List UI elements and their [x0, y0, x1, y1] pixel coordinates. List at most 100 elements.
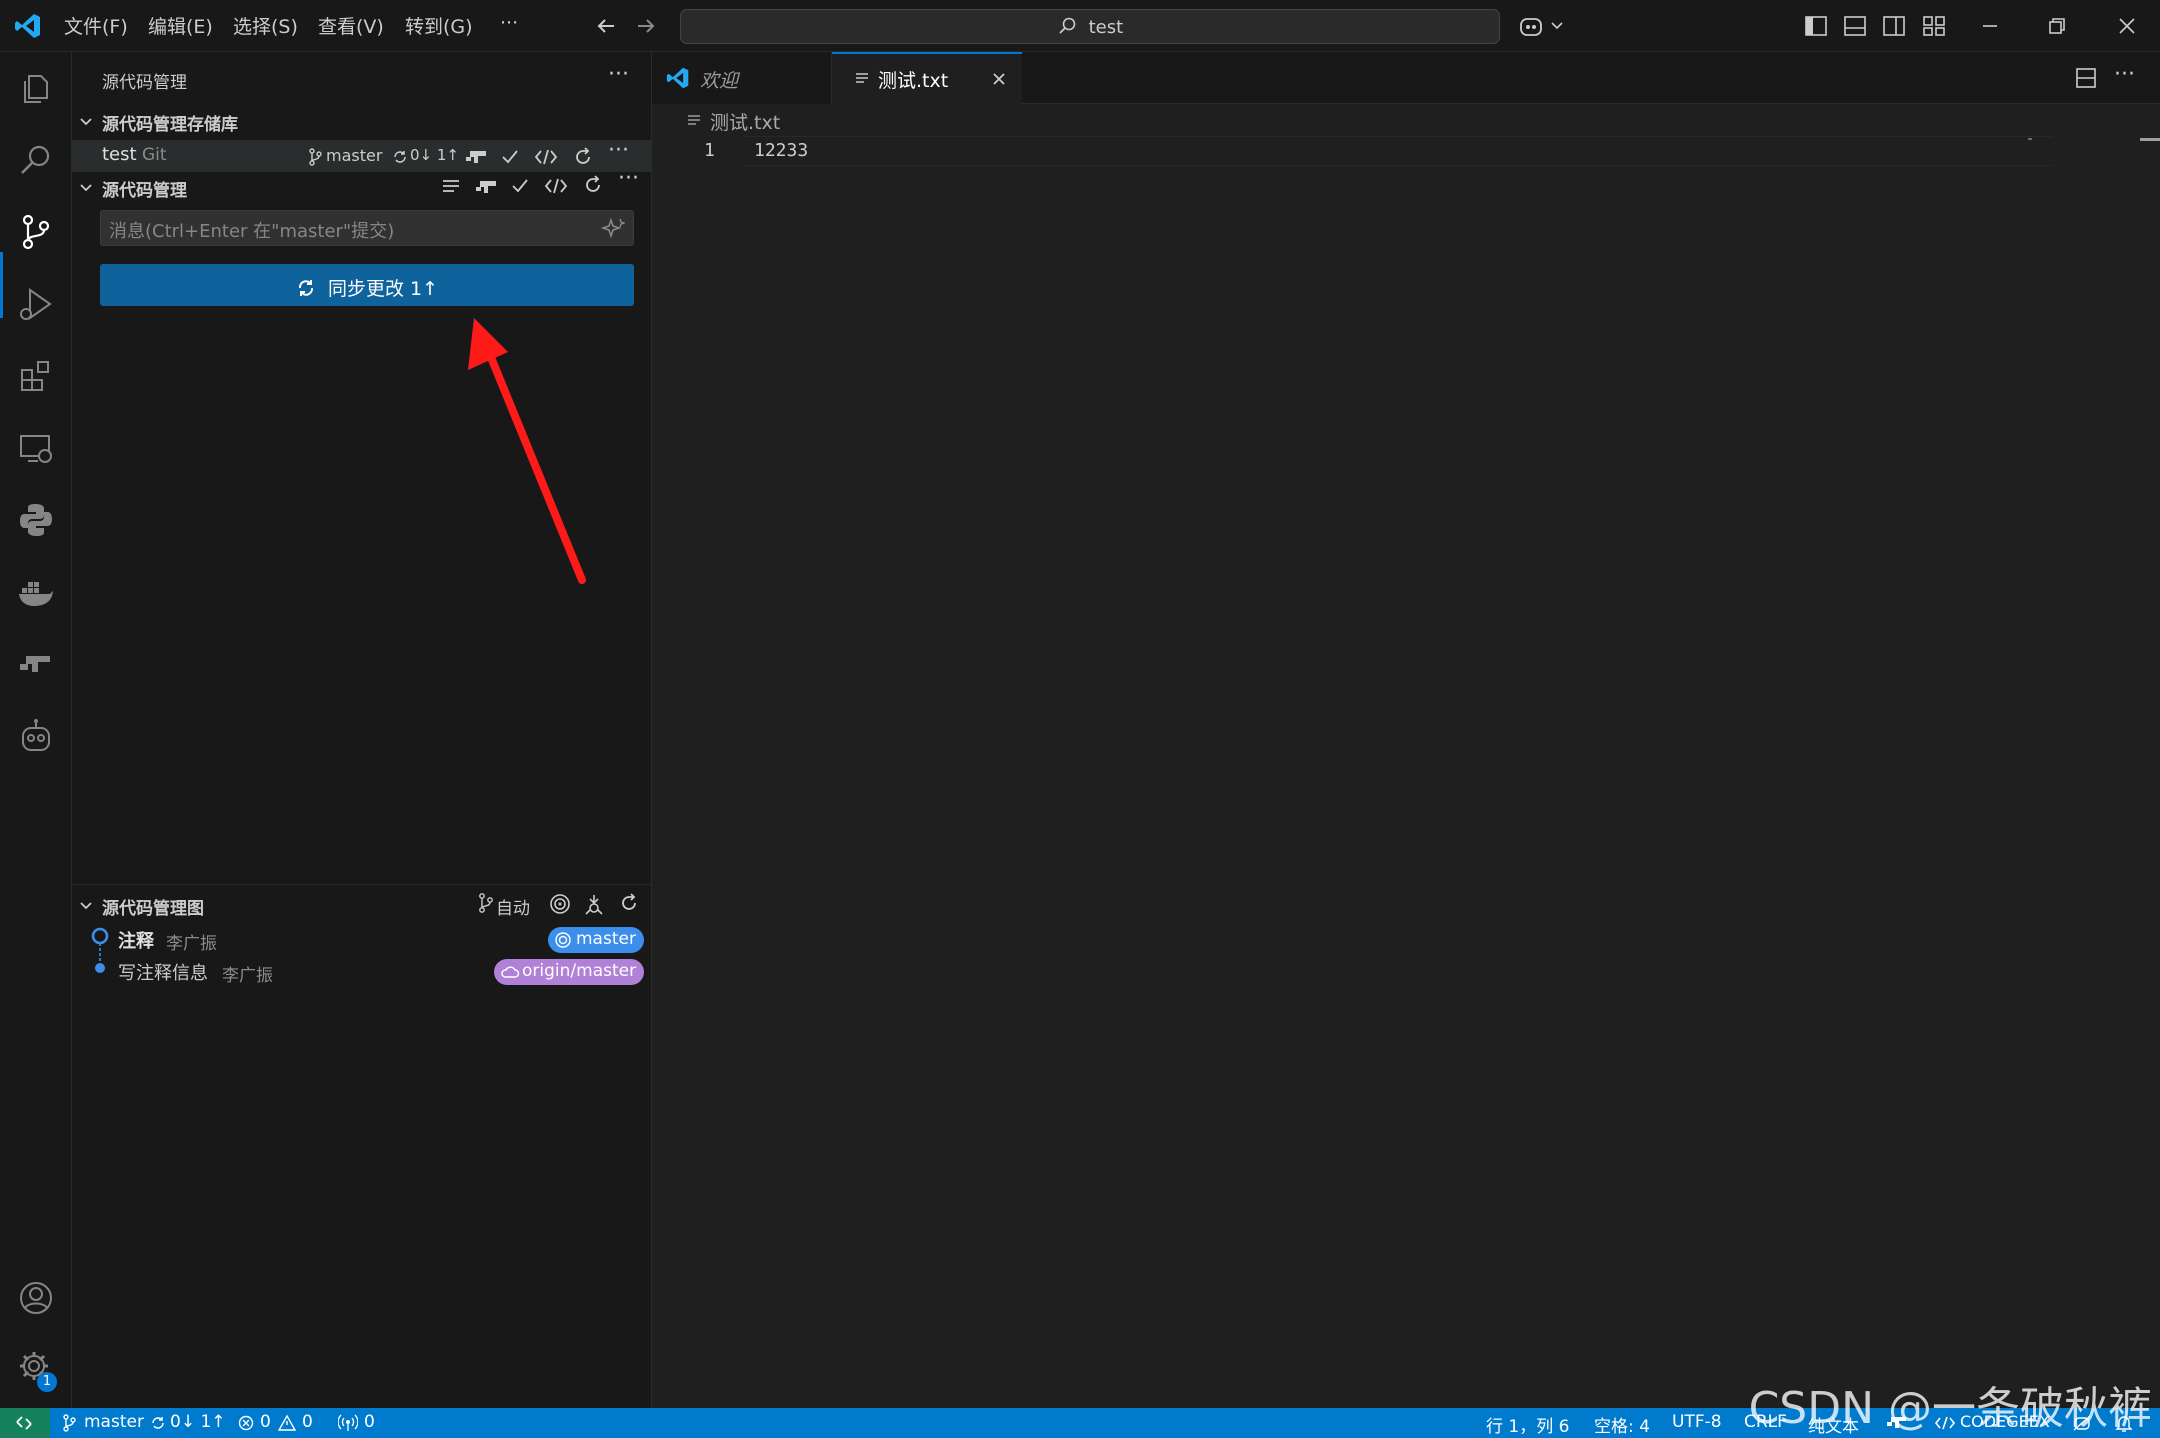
chevron-down-icon[interactable] [78, 114, 94, 130]
graph-mode[interactable]: 自动 [496, 894, 530, 919]
repo-sync-count[interactable]: 0↓ 1↑ [410, 146, 459, 164]
extensions-icon[interactable] [16, 356, 56, 396]
chevron-down-icon[interactable] [78, 180, 94, 196]
back-arrow-icon[interactable] [594, 14, 618, 38]
python-icon[interactable] [16, 500, 56, 540]
badge-label: origin/master [522, 961, 637, 981]
editor-more-icon[interactable]: ··· [2114, 62, 2135, 87]
commit-check-icon[interactable] [500, 147, 520, 167]
code-generate-icon[interactable] [544, 176, 568, 196]
ai-assistant-icon[interactable] [16, 716, 56, 756]
codegeex-icon[interactable] [16, 644, 56, 684]
commit-message: 写注释信息 [118, 963, 208, 984]
line-number: 1 [704, 140, 715, 161]
repo-row[interactable]: test Git master 0↓ 1↑ ··· [72, 138, 652, 172]
repos-section-header[interactable]: 源代码管理存储库 [102, 110, 238, 135]
search-view-icon[interactable] [16, 140, 56, 180]
refresh-icon[interactable] [618, 892, 640, 914]
text-file-icon [688, 115, 700, 125]
activity-bar: 1 [0, 52, 72, 1408]
remote-indicator[interactable] [0, 1408, 50, 1438]
menu-go[interactable]: 转到(G) [405, 12, 473, 39]
customize-layout-icon[interactable] [1922, 14, 1946, 38]
minimize-icon[interactable] [1978, 14, 2002, 38]
scm-more-icon[interactable]: ··· [618, 166, 639, 191]
error-icon [238, 1415, 254, 1431]
status-errors[interactable]: 0 [260, 1412, 271, 1432]
refresh-icon[interactable] [582, 174, 604, 196]
commit-message-input[interactable]: 消息(Ctrl+Enter 在"master"提交) [100, 210, 634, 246]
code-line[interactable]: 12233 [754, 140, 808, 161]
commit-author: 李广振 [222, 966, 273, 986]
graph-commit-row[interactable]: 写注释信息 李广振 origin/master [72, 956, 652, 988]
warning-icon [278, 1414, 296, 1431]
run-debug-icon[interactable] [16, 284, 56, 324]
sidebar-title: 源代码管理 [102, 73, 187, 93]
branch-icon [309, 148, 322, 166]
graph-section-header[interactable]: 源代码管理图 [102, 894, 204, 919]
editor-tab-bar: 欢迎 测试.txt ··· [652, 52, 2160, 104]
fetch-icon[interactable] [582, 892, 606, 916]
commit-author: 李广振 [166, 934, 217, 954]
breadcrumb[interactable]: 测试.txt [710, 108, 780, 135]
commit-placeholder: 消息(Ctrl+Enter 在"master"提交) [109, 221, 395, 242]
source-control-icon[interactable] [16, 212, 56, 252]
status-ports[interactable]: 0 [364, 1412, 375, 1432]
repo-branch[interactable]: master [326, 146, 382, 165]
close-window-icon[interactable] [2115, 14, 2139, 38]
toggle-primary-sidebar-icon[interactable] [1804, 14, 1828, 38]
tab-test-txt[interactable]: 测试.txt [832, 52, 1022, 104]
editor-area[interactable]: 测试.txt 1 12233 [652, 104, 2160, 1408]
repo-name: test [102, 144, 137, 165]
text-file-icon [856, 73, 868, 83]
cloud-icon [501, 966, 520, 978]
status-sync[interactable]: 0↓ 1↑ [170, 1412, 226, 1432]
sync-changes-button[interactable]: 同步更改 1↑ [100, 264, 634, 306]
branch-icon [63, 1414, 76, 1432]
commit-check-icon[interactable] [510, 176, 530, 196]
split-editor-icon[interactable] [2074, 66, 2098, 90]
forward-arrow-icon[interactable] [634, 14, 658, 38]
menu-more[interactable]: ··· [500, 12, 518, 34]
sidebar-more-icon[interactable]: ··· [608, 62, 629, 87]
badge-label: master [576, 929, 636, 949]
tab-welcome[interactable]: 欢迎 [652, 52, 832, 104]
target-icon[interactable] [548, 892, 572, 916]
status-cursor-position[interactable]: 行 1，列 6 [1486, 1412, 1569, 1437]
menu-view[interactable]: 查看(V) [318, 12, 384, 39]
target-icon [555, 932, 571, 948]
copilot-icon[interactable] [1518, 13, 1566, 39]
minimap-line [2028, 138, 2032, 140]
repo-more-icon[interactable]: ··· [608, 138, 629, 163]
docker-icon[interactable] [16, 572, 56, 612]
sparkle-icon[interactable] [601, 217, 625, 241]
view-as-list-icon[interactable] [440, 176, 462, 198]
menu-edit[interactable]: 编辑(E) [148, 12, 213, 39]
scm-section-header[interactable]: 源代码管理 [102, 176, 187, 201]
active-indicator [0, 252, 3, 318]
menu-file[interactable]: 文件(F) [64, 12, 128, 39]
codegeex-small-icon[interactable] [464, 148, 488, 166]
graph-commit-row[interactable]: 注释 李广振 master [72, 924, 652, 956]
sync-icon [152, 1417, 164, 1429]
section-divider [72, 884, 652, 885]
status-branch[interactable]: master [84, 1412, 144, 1432]
remote-explorer-icon[interactable] [16, 428, 56, 468]
restore-icon[interactable] [2045, 14, 2069, 38]
toggle-panel-icon[interactable] [1843, 14, 1867, 38]
toggle-secondary-sidebar-icon[interactable] [1882, 14, 1906, 38]
code-generate-icon[interactable] [534, 147, 558, 167]
explorer-icon[interactable] [16, 68, 56, 108]
ports-broadcast-icon [338, 1414, 358, 1431]
close-tab-icon[interactable] [990, 70, 1008, 88]
accounts-icon[interactable] [16, 1278, 56, 1318]
status-indentation[interactable]: 空格: 4 [1594, 1412, 1650, 1437]
status-warnings[interactable]: 0 [302, 1412, 313, 1432]
chevron-down-icon[interactable] [78, 898, 94, 914]
codegeex-small-icon[interactable] [474, 178, 498, 196]
refresh-icon[interactable] [572, 146, 594, 168]
command-center-search[interactable]: test [680, 9, 1500, 44]
menu-selection[interactable]: 选择(S) [233, 12, 298, 39]
branch-badge-origin-master: origin/master [494, 959, 645, 985]
status-encoding[interactable]: UTF-8 [1672, 1412, 1722, 1432]
